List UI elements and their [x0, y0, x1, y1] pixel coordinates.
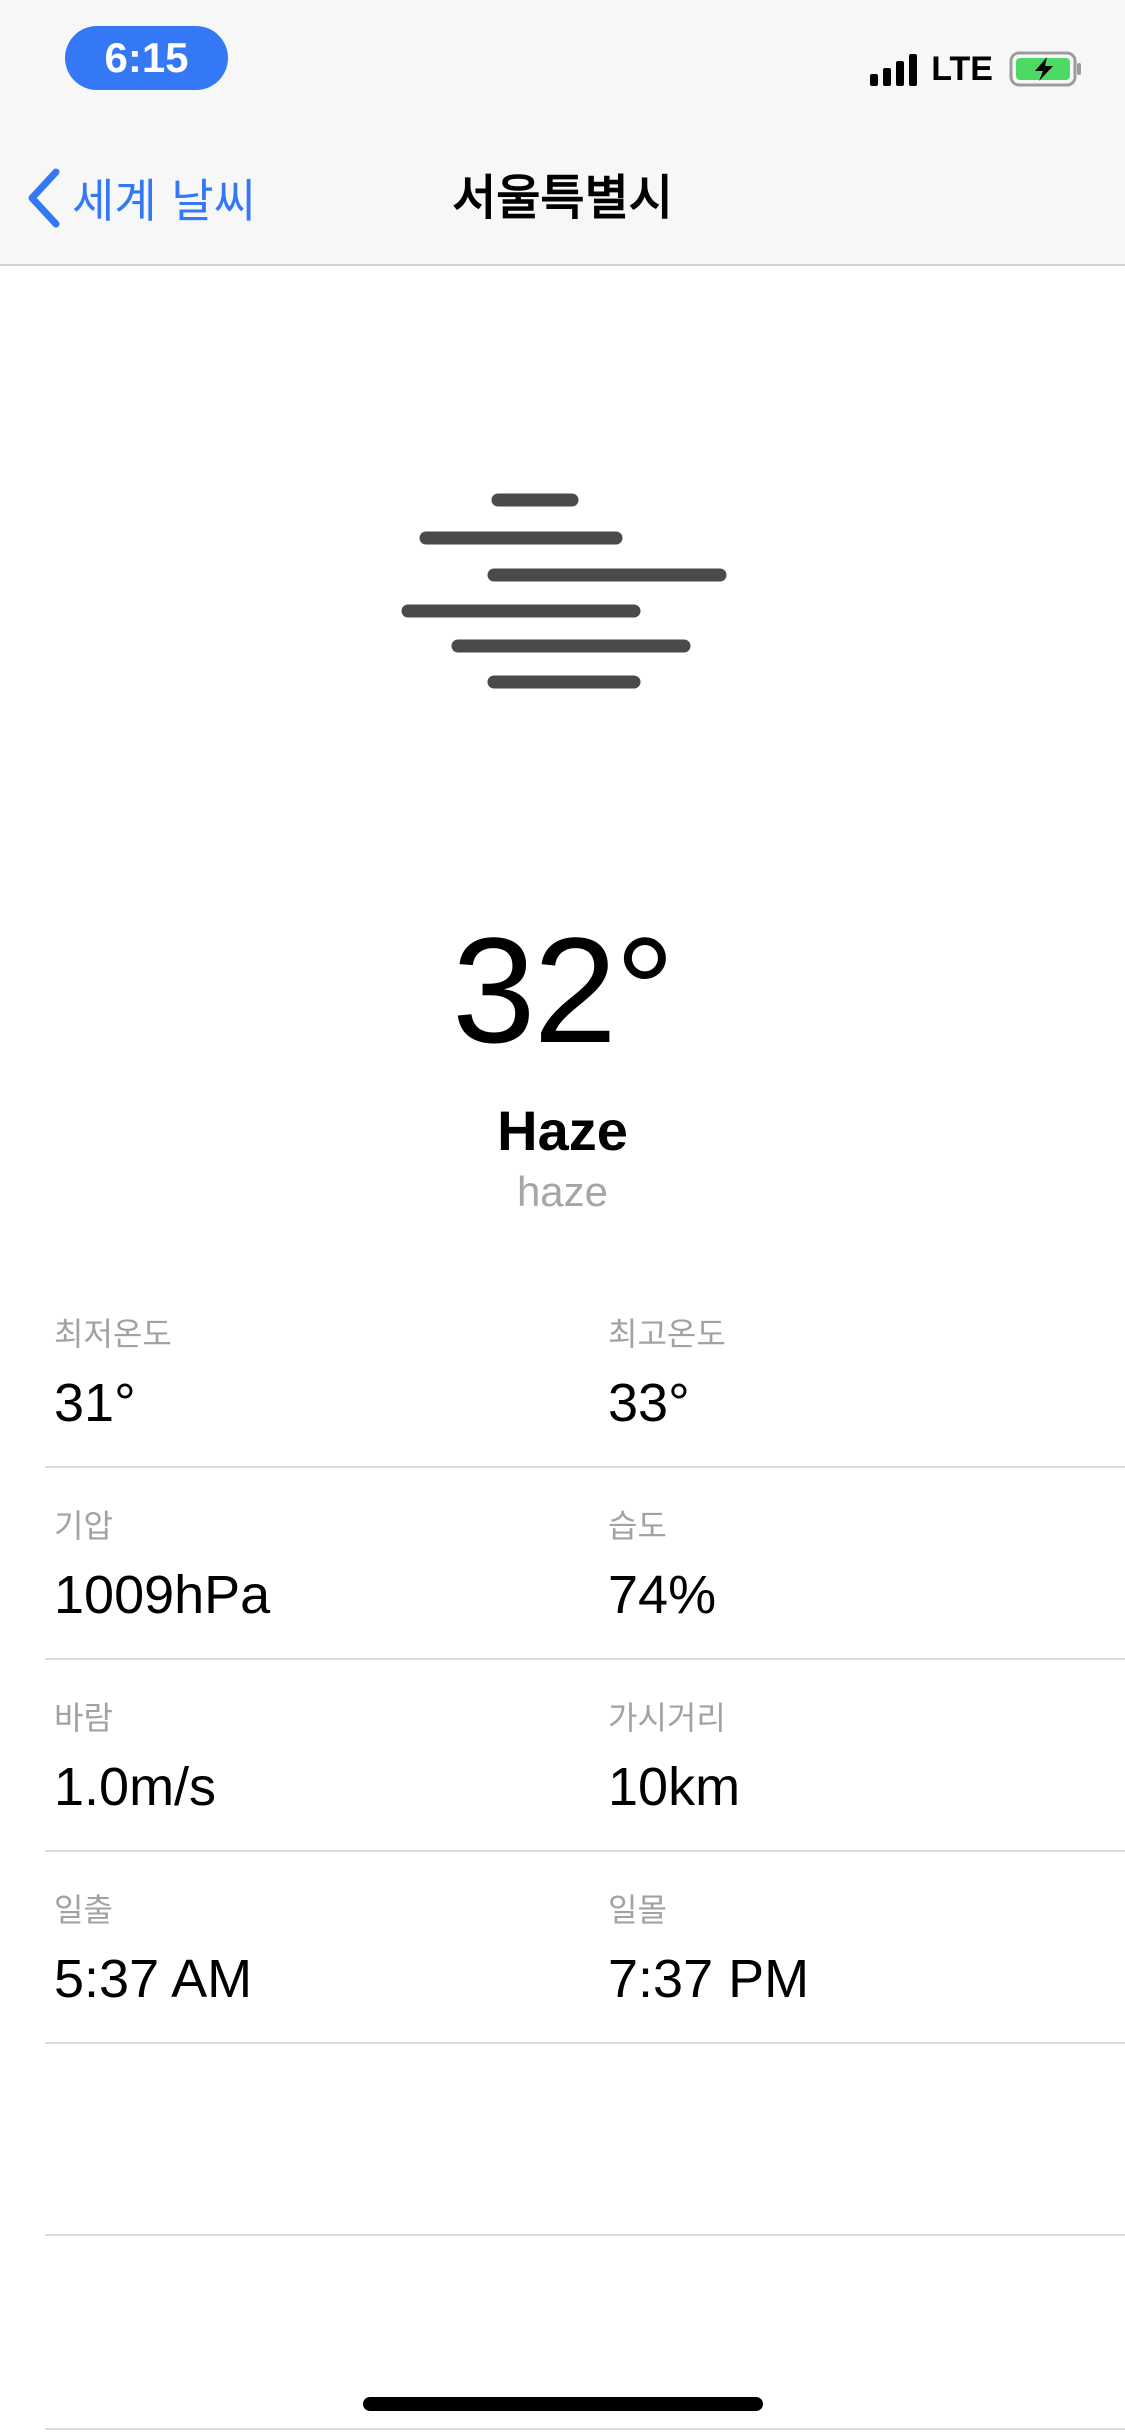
- detail-visibility: 가시거리 10km: [608, 1698, 740, 1822]
- detail-value: 31°: [54, 1373, 136, 1433]
- detail-sunrise: 일출 5:37 AM: [54, 1890, 252, 2014]
- chevron-left-icon: [28, 168, 60, 228]
- back-button-label: 세계 날씨: [72, 174, 256, 228]
- detail-row-sun: 일출 5:37 AM 일몰 7:37 PM: [45, 1852, 1125, 2044]
- detail-row-temperature-range: 최저온도 31° 최고온도 33°: [45, 1276, 1125, 1468]
- haze-icon: [401, 493, 727, 689]
- detail-value: 74%: [608, 1565, 717, 1625]
- detail-label: 일출: [54, 1891, 113, 1929]
- detail-value: 1.0m/s: [54, 1757, 217, 1817]
- detail-value: 10km: [608, 1757, 741, 1817]
- detail-value: 33°: [608, 1373, 690, 1433]
- detail-row-empty: [45, 2044, 1125, 2236]
- detail-row-pressure-humidity: 기압 1009hPa 습도 74%: [45, 1468, 1125, 1660]
- detail-label: 기압: [54, 1507, 113, 1545]
- detail-sunset: 일몰 7:37 PM: [608, 1890, 809, 2014]
- back-button[interactable]: 세계 날씨: [24, 160, 256, 236]
- cellular-signal-icon: [870, 52, 918, 86]
- detail-label: 최저온도: [54, 1315, 172, 1353]
- detail-label: 습도: [608, 1507, 667, 1545]
- detail-max-temp: 최고온도 33°: [608, 1314, 726, 1438]
- weather-details: 최저온도 31° 최고온도 33° 기압 1009hPa 습도 74% 바람 1…: [45, 1276, 1125, 2236]
- detail-value: 7:37 PM: [608, 1949, 810, 2009]
- status-time[interactable]: 6:15: [65, 26, 228, 90]
- condition-description: haze: [516, 1168, 609, 1215]
- detail-value: 1009hPa: [54, 1565, 271, 1625]
- network-type: LTE: [931, 49, 993, 88]
- detail-label: 일몰: [608, 1891, 667, 1929]
- divider: [45, 2428, 1125, 2430]
- detail-humidity: 습도 74%: [608, 1506, 716, 1630]
- detail-min-temp: 최저온도 31°: [54, 1314, 172, 1438]
- current-temperature: 32°: [452, 906, 675, 1074]
- detail-value: 5:37 AM: [54, 1949, 253, 2009]
- detail-row-wind-visibility: 바람 1.0m/s 가시거리 10km: [45, 1660, 1125, 1852]
- detail-label: 가시거리: [608, 1699, 726, 1737]
- status-indicators: LTE: [870, 46, 1083, 92]
- detail-label: 바람: [54, 1699, 113, 1737]
- navigation-bar: 6:15 LTE 세계 날씨 서울특별시: [0, 0, 1125, 266]
- detail-wind: 바람 1.0m/s: [54, 1698, 216, 1822]
- weather-detail-screen: 6:15 LTE 세계 날씨 서울특별시 32° Haze haze 최저온도 …: [0, 0, 1125, 2436]
- condition-title: Haze: [497, 1099, 628, 1162]
- battery-charging-icon: [1009, 51, 1081, 87]
- home-indicator[interactable]: [363, 2397, 763, 2411]
- detail-pressure: 기압 1009hPa: [54, 1506, 270, 1630]
- detail-label: 최고온도: [608, 1315, 726, 1353]
